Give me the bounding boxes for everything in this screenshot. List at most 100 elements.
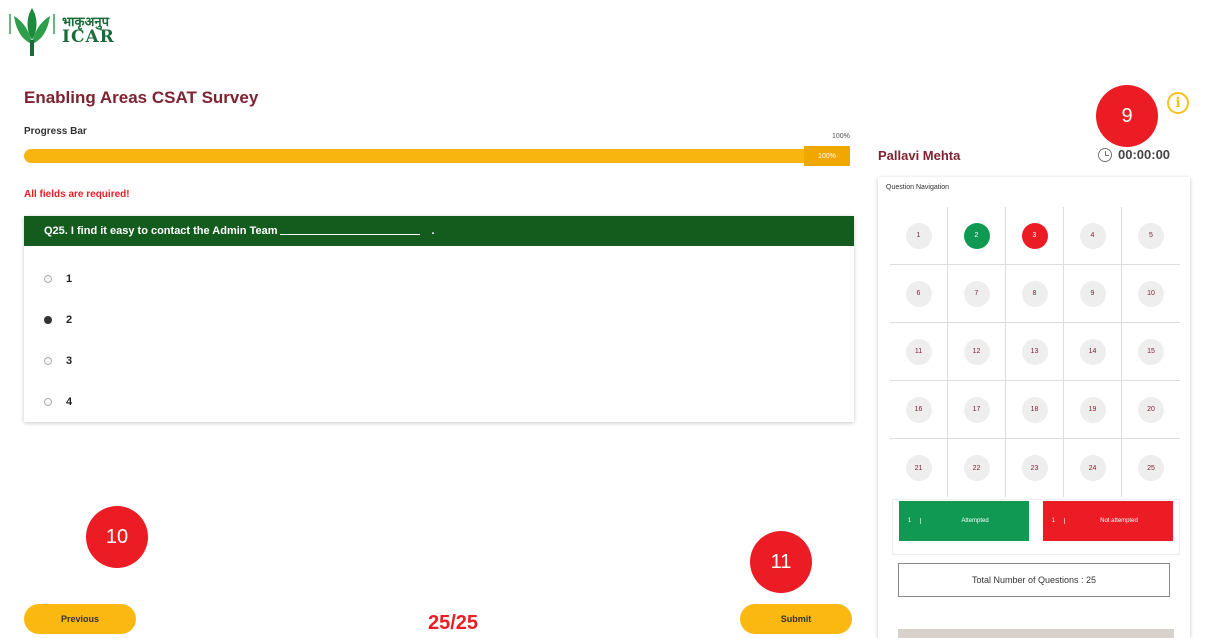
question-nav-button-1[interactable]: 1 xyxy=(905,222,932,249)
progress-label: Progress Bar xyxy=(24,126,87,137)
question-nav-cell: 22 xyxy=(948,439,1006,497)
page-counter: 25/25 xyxy=(428,612,479,634)
question-header: Q25. I find it easy to contact the Admin… xyxy=(24,216,854,246)
user-name: Pallavi Mehta xyxy=(878,148,961,163)
answer-option[interactable]: 2 xyxy=(24,299,854,340)
question-nav-cell: 13 xyxy=(1006,323,1064,381)
question-nav-cell: 9 xyxy=(1064,265,1122,323)
question-nav-cell: 10 xyxy=(1122,265,1180,323)
radio-button[interactable] xyxy=(44,315,52,324)
not-attempted-count: 1 xyxy=(1043,518,1065,524)
progress-fill xyxy=(24,149,850,163)
question-nav-cell: 21 xyxy=(890,439,948,497)
answer-option[interactable]: 1 xyxy=(24,258,854,299)
question-nav-cell: 16 xyxy=(890,381,948,439)
question-nav-button-7[interactable]: 7 xyxy=(963,280,990,307)
question-nav-cell: 25 xyxy=(1122,439,1180,497)
annotation-marker-10: 10 xyxy=(86,506,148,568)
question-nav-button-15[interactable]: 15 xyxy=(1138,338,1164,365)
icar-logo: भाकृअनुप ICAR xyxy=(8,4,115,58)
question-nav-button-9[interactable]: 9 xyxy=(1079,280,1106,307)
question-text: Q25. I find it easy to contact the Admin… xyxy=(44,225,278,237)
answer-option[interactable]: 3 xyxy=(24,340,854,381)
question-nav-button-8[interactable]: 8 xyxy=(1021,280,1048,307)
survey-page: भाकृअनुप ICAR Enabling Areas CSAT Survey… xyxy=(0,0,1212,638)
answer-options: 1 2 3 4 xyxy=(24,246,854,422)
answer-option[interactable]: 4 xyxy=(24,381,854,422)
question-nav-button-12[interactable]: 12 xyxy=(963,338,990,365)
question-nav-button-2[interactable]: 2 xyxy=(963,222,990,249)
question-nav-cell: 4 xyxy=(1064,207,1122,265)
not-attempted-label: Not attempted xyxy=(1100,518,1138,524)
question-nav-cell: 20 xyxy=(1122,381,1180,439)
question-nav-cell: 11 xyxy=(890,323,948,381)
progress-percent: 100% xyxy=(832,133,850,140)
attempted-label: Attempted xyxy=(961,518,989,524)
legend-not-attempted: 1 Not attempted xyxy=(1043,501,1173,541)
question-nav-cell: 15 xyxy=(1122,323,1180,381)
question-nav-cell: 18 xyxy=(1006,381,1064,439)
option-label: 3 xyxy=(66,354,73,367)
option-label: 2 xyxy=(66,313,73,326)
legend-attempted: 1 Attempted xyxy=(899,501,1029,541)
option-label: 4 xyxy=(66,395,73,408)
question-nav-button-5[interactable]: 5 xyxy=(1138,222,1164,249)
question-nav-cell: 3 xyxy=(1006,207,1064,265)
annotation-marker-9: 9 xyxy=(1096,85,1158,147)
radio-button[interactable] xyxy=(44,356,52,365)
question-nav-button-14[interactable]: 14 xyxy=(1079,338,1106,365)
question-nav-button-23[interactable]: 23 xyxy=(1021,455,1048,481)
question-nav-button-4[interactable]: 4 xyxy=(1079,222,1106,249)
question-nav-button-17[interactable]: 17 xyxy=(963,396,990,423)
question-grid: 1 2 3 4 5 6 7 8 9 10 11 12 13 14 15 16 17 18 19 20 21 22 23 24 2… xyxy=(890,207,1180,497)
question-nav-cell: 7 xyxy=(948,265,1006,323)
attempted-count: 1 xyxy=(899,518,921,524)
question-nav-button-18[interactable]: 18 xyxy=(1021,396,1048,423)
question-nav-button-13[interactable]: 13 xyxy=(1021,338,1048,365)
question-nav-cell: 23 xyxy=(1006,439,1064,497)
logo-english-text: ICAR xyxy=(62,27,115,47)
navigation-title: Question Navigation xyxy=(886,184,950,191)
question-nav-cell: 12 xyxy=(948,323,1006,381)
question-nav-button-24[interactable]: 24 xyxy=(1079,455,1106,481)
question-nav-cell: 6 xyxy=(890,265,948,323)
question-navigation-panel: Question Navigation 1 2 3 4 5 6 7 8 9 10 11 12 13 14 1… xyxy=(878,177,1190,638)
profile-image xyxy=(898,629,1174,638)
progress-bar xyxy=(24,149,850,163)
question-card: Q25. I find it easy to contact the Admin… xyxy=(24,216,854,422)
annotation-marker-11: 11 xyxy=(750,531,812,593)
timer: 00:00:00 xyxy=(1098,147,1170,162)
question-nav-cell: 14 xyxy=(1064,323,1122,381)
question-nav-button-10[interactable]: 10 xyxy=(1138,280,1164,307)
question-trailing: . xyxy=(431,225,435,237)
info-icon[interactable]: i xyxy=(1167,92,1189,114)
radio-button[interactable] xyxy=(44,274,52,283)
progress-badge: 100% xyxy=(804,146,850,166)
question-nav-button-16[interactable]: 16 xyxy=(905,396,932,423)
question-nav-cell: 5 xyxy=(1122,207,1180,265)
question-nav-button-20[interactable]: 20 xyxy=(1138,396,1164,423)
question-nav-button-25[interactable]: 25 xyxy=(1138,455,1164,481)
clock-icon xyxy=(1098,147,1112,162)
option-label: 1 xyxy=(66,272,73,285)
wheat-emblem-icon xyxy=(8,4,56,58)
question-nav-cell: 17 xyxy=(948,381,1006,439)
question-nav-cell: 19 xyxy=(1064,381,1122,439)
question-nav-cell: 8 xyxy=(1006,265,1064,323)
total-questions: Total Number of Questions : 25 xyxy=(898,563,1170,597)
question-nav-button-19[interactable]: 19 xyxy=(1079,396,1106,423)
question-nav-button-6[interactable]: 6 xyxy=(905,280,932,307)
radio-button[interactable] xyxy=(44,397,52,406)
question-blank xyxy=(279,227,420,235)
status-legend: 1 Attempted 1 Not attempted xyxy=(892,499,1180,555)
question-nav-button-3[interactable]: 3 xyxy=(1021,222,1048,249)
timer-value: 00:00:00 xyxy=(1118,147,1171,162)
question-nav-button-11[interactable]: 11 xyxy=(905,338,932,365)
submit-button[interactable]: Submit xyxy=(740,604,852,634)
previous-button[interactable]: Previous xyxy=(24,604,136,634)
question-nav-cell: 1 xyxy=(890,207,948,265)
question-nav-button-22[interactable]: 22 xyxy=(963,455,990,481)
page-title: Enabling Areas CSAT Survey xyxy=(24,88,259,107)
question-nav-button-21[interactable]: 21 xyxy=(905,455,932,481)
required-warning: All fields are required! xyxy=(24,189,130,200)
